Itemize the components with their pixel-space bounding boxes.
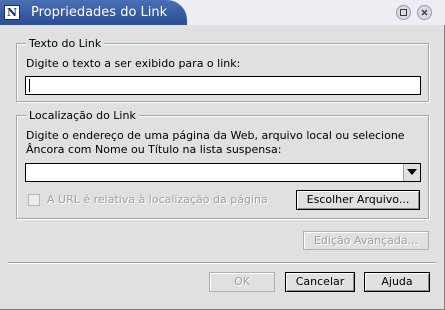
title-bar[interactable]: N Propriedades do Link [0, 0, 445, 25]
title-tab: N Propriedades do Link [0, 0, 187, 25]
help-button[interactable]: Ajuda [364, 272, 430, 292]
relative-url-checkbox[interactable] [28, 194, 40, 206]
link-location-group-title: Localização do Link [26, 109, 139, 122]
url-value [26, 165, 29, 178]
minimize-button[interactable] [396, 5, 411, 20]
url-combobox[interactable] [25, 163, 421, 182]
text-caret [29, 79, 30, 92]
url-dropdown-button[interactable] [403, 164, 420, 181]
link-text-prompt: Digite o texto a ser exibido para o link… [26, 57, 241, 70]
footer-divider [8, 262, 436, 264]
link-text-input[interactable] [25, 76, 421, 95]
link-text-group-title: Texto do Link [26, 37, 105, 50]
link-location-prompt-line2: Âncora com Nome ou Título na lista suspe… [26, 143, 282, 156]
close-icon [421, 9, 428, 16]
chevron-down-icon [407, 169, 417, 175]
close-button[interactable] [417, 5, 432, 20]
advanced-edit-button[interactable]: Edição Avançada... [303, 231, 429, 250]
app-icon: N [4, 5, 20, 20]
relative-url-label: A URL é relativa à localização da página [47, 193, 268, 206]
ok-button[interactable]: OK [209, 272, 275, 292]
window-title: Propriedades do Link [31, 5, 168, 20]
choose-file-button[interactable]: Escolher Arquivo... [296, 190, 420, 210]
cancel-button[interactable]: Cancelar [285, 272, 355, 292]
link-location-prompt-line1: Digite o endereço de uma página da Web, … [26, 129, 405, 142]
link-properties-dialog: N Propriedades do Link Texto do Link Dig… [0, 0, 445, 310]
minimize-icon [400, 9, 407, 16]
